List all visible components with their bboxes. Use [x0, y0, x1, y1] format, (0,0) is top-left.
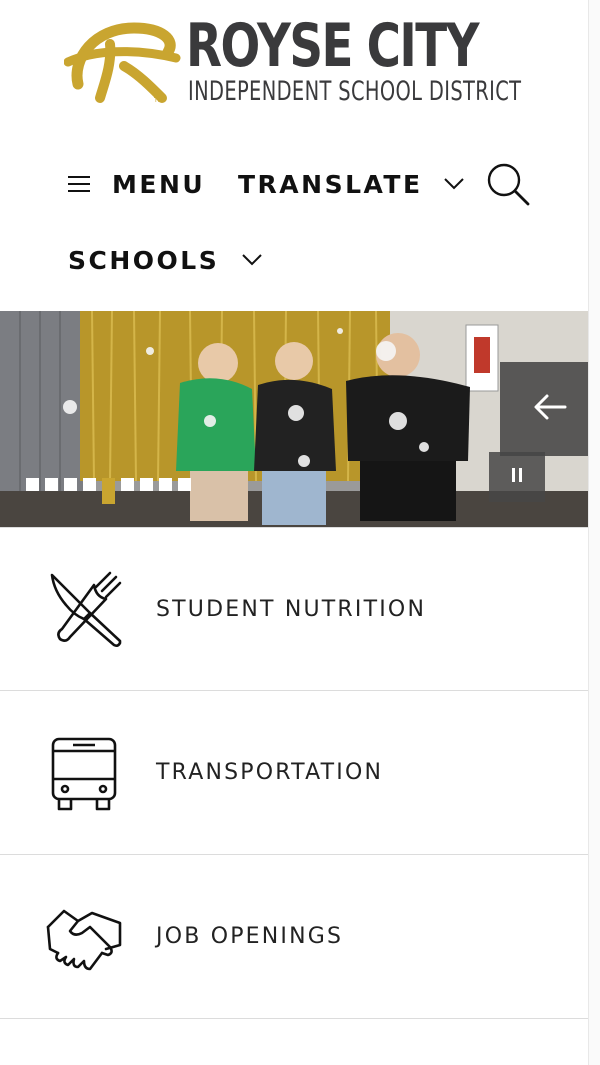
hamburger-icon — [68, 175, 90, 193]
arrow-left-icon — [533, 393, 567, 426]
quick-link-label: TRANSPORTATION — [156, 760, 384, 785]
translate-dropdown[interactable]: TRANSLATE — [238, 154, 465, 214]
slide-indicators — [26, 478, 191, 504]
quick-link-label: STUDENT NUTRITION — [156, 596, 427, 622]
logo-subtitle: INDEPENDENT SCHOOL DISTRICT — [188, 76, 522, 107]
slide-dot[interactable] — [83, 478, 96, 491]
quick-link-transportation[interactable]: TRANSPORTATION — [0, 691, 588, 855]
district-logo-link[interactable]: TM ROYSE CITY INDEPENDENT SCHOOL DISTRIC… — [64, 12, 534, 110]
slide-dot-active[interactable] — [102, 478, 115, 504]
schools-nav-row: SCHOOLS — [0, 230, 588, 290]
menu-label: MENU — [112, 169, 206, 199]
slide-dot[interactable] — [159, 478, 172, 491]
page-edge — [588, 0, 600, 1065]
quick-link-job-openings[interactable]: JOB OPENINGS — [0, 855, 588, 1019]
slide-dot[interactable] — [64, 478, 77, 491]
search-button[interactable] — [482, 154, 534, 214]
quick-link-student-nutrition[interactable]: STUDENT NUTRITION — [0, 527, 588, 691]
schools-dropdown[interactable]: SCHOOLS — [68, 230, 263, 290]
rc-logo-mark: TM — [64, 22, 181, 104]
logo-title: ROYSE CITY — [186, 11, 480, 81]
quick-links-list: STUDENT NUTRITION TRANSPORTATION JOB OPE… — [0, 527, 588, 1065]
handshake-icon — [42, 895, 126, 979]
slide-dot[interactable] — [121, 478, 134, 491]
chevron-down-icon — [241, 253, 263, 267]
slide-dot[interactable] — [178, 478, 191, 491]
bus-icon — [42, 731, 126, 815]
pause-icon — [510, 466, 524, 489]
schools-label: SCHOOLS — [68, 245, 220, 275]
slide-dot[interactable] — [45, 478, 58, 491]
menu-button[interactable]: MENU — [68, 154, 205, 214]
quick-link-next-partial[interactable] — [0, 1019, 588, 1065]
search-icon — [485, 161, 531, 207]
fork-knife-icon — [42, 567, 126, 651]
slide-dot[interactable] — [140, 478, 153, 491]
svg-text:TM: TM — [153, 97, 163, 104]
slide-dot[interactable] — [26, 478, 39, 491]
quick-link-label: JOB OPENINGS — [156, 924, 344, 949]
chevron-down-icon — [443, 177, 465, 191]
pause-button[interactable] — [489, 452, 545, 502]
main-nav-row: MENU TRANSLATE — [0, 154, 588, 214]
page: TM ROYSE CITY INDEPENDENT SCHOOL DISTRIC… — [0, 0, 600, 1065]
prev-slide-button[interactable] — [500, 362, 600, 456]
translate-label: TRANSLATE — [238, 169, 423, 199]
